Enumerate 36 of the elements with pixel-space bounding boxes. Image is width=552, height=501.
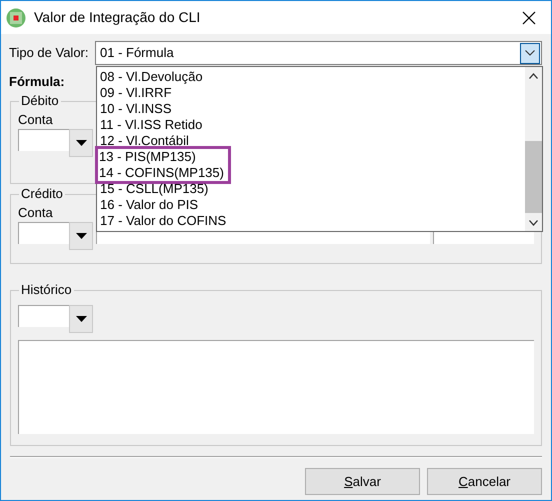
- scrollbar[interactable]: [525, 67, 542, 231]
- combo-field[interactable]: [18, 129, 69, 151]
- scrollbar-thumb[interactable]: [525, 141, 542, 213]
- field-label: Fórmula:: [9, 72, 65, 91]
- dialog-button[interactable]: Salvar: [305, 468, 420, 495]
- dropdown-arrow-icon: [76, 233, 86, 239]
- dropdown-option[interactable]: 09 - Vl.IRRF: [97, 85, 525, 101]
- dropdown-option[interactable]: 13 - PIS(MP135): [98, 149, 228, 165]
- window-title: Valor de Integração do CLI: [34, 8, 200, 27]
- dialog-button[interactable]: Cancelar: [427, 468, 542, 495]
- scroll-up-icon[interactable]: [529, 73, 538, 79]
- dropdown-option[interactable]: 10 - Vl.INSS: [97, 101, 525, 117]
- dropdown-option[interactable]: 15 - CSLL(MP135): [97, 181, 525, 197]
- combo-field[interactable]: [18, 222, 69, 244]
- app-logo-icon: [6, 8, 26, 28]
- dropdown-option[interactable]: 16 - Valor do PIS: [97, 197, 525, 213]
- field-label: Conta: [18, 112, 53, 127]
- dropdown-arrow-icon: [76, 140, 86, 146]
- field-label: Conta: [18, 205, 53, 220]
- dropdown-button[interactable]: [69, 129, 93, 157]
- close-icon[interactable]: [522, 10, 536, 24]
- select-value: 01 - Fórmula: [100, 44, 174, 62]
- dropdown-option[interactable]: 08 - Vl.Devolução: [97, 69, 525, 85]
- scroll-down-icon[interactable]: [529, 220, 538, 226]
- combo-field[interactable]: [18, 305, 69, 327]
- dropdown-arrow-icon: [76, 316, 86, 322]
- select-arrow-button[interactable]: [520, 42, 540, 64]
- field-label: Tipo de Valor:: [9, 44, 90, 62]
- type-select[interactable]: 01 - Fórmula: [95, 41, 542, 65]
- dropdown-option[interactable]: 11 - Vl.ISS Retido: [97, 117, 525, 133]
- dropdown-button[interactable]: [69, 222, 93, 250]
- chevron-down-icon: [525, 50, 535, 56]
- dropdown-option[interactable]: 12 - Vl.Contábil: [97, 133, 525, 149]
- dropdown-button[interactable]: [69, 305, 93, 333]
- dropdown-option[interactable]: 17 - Valor do COFINS: [97, 213, 525, 229]
- dropdown-option[interactable]: 14 - COFINS(MP135): [98, 165, 228, 181]
